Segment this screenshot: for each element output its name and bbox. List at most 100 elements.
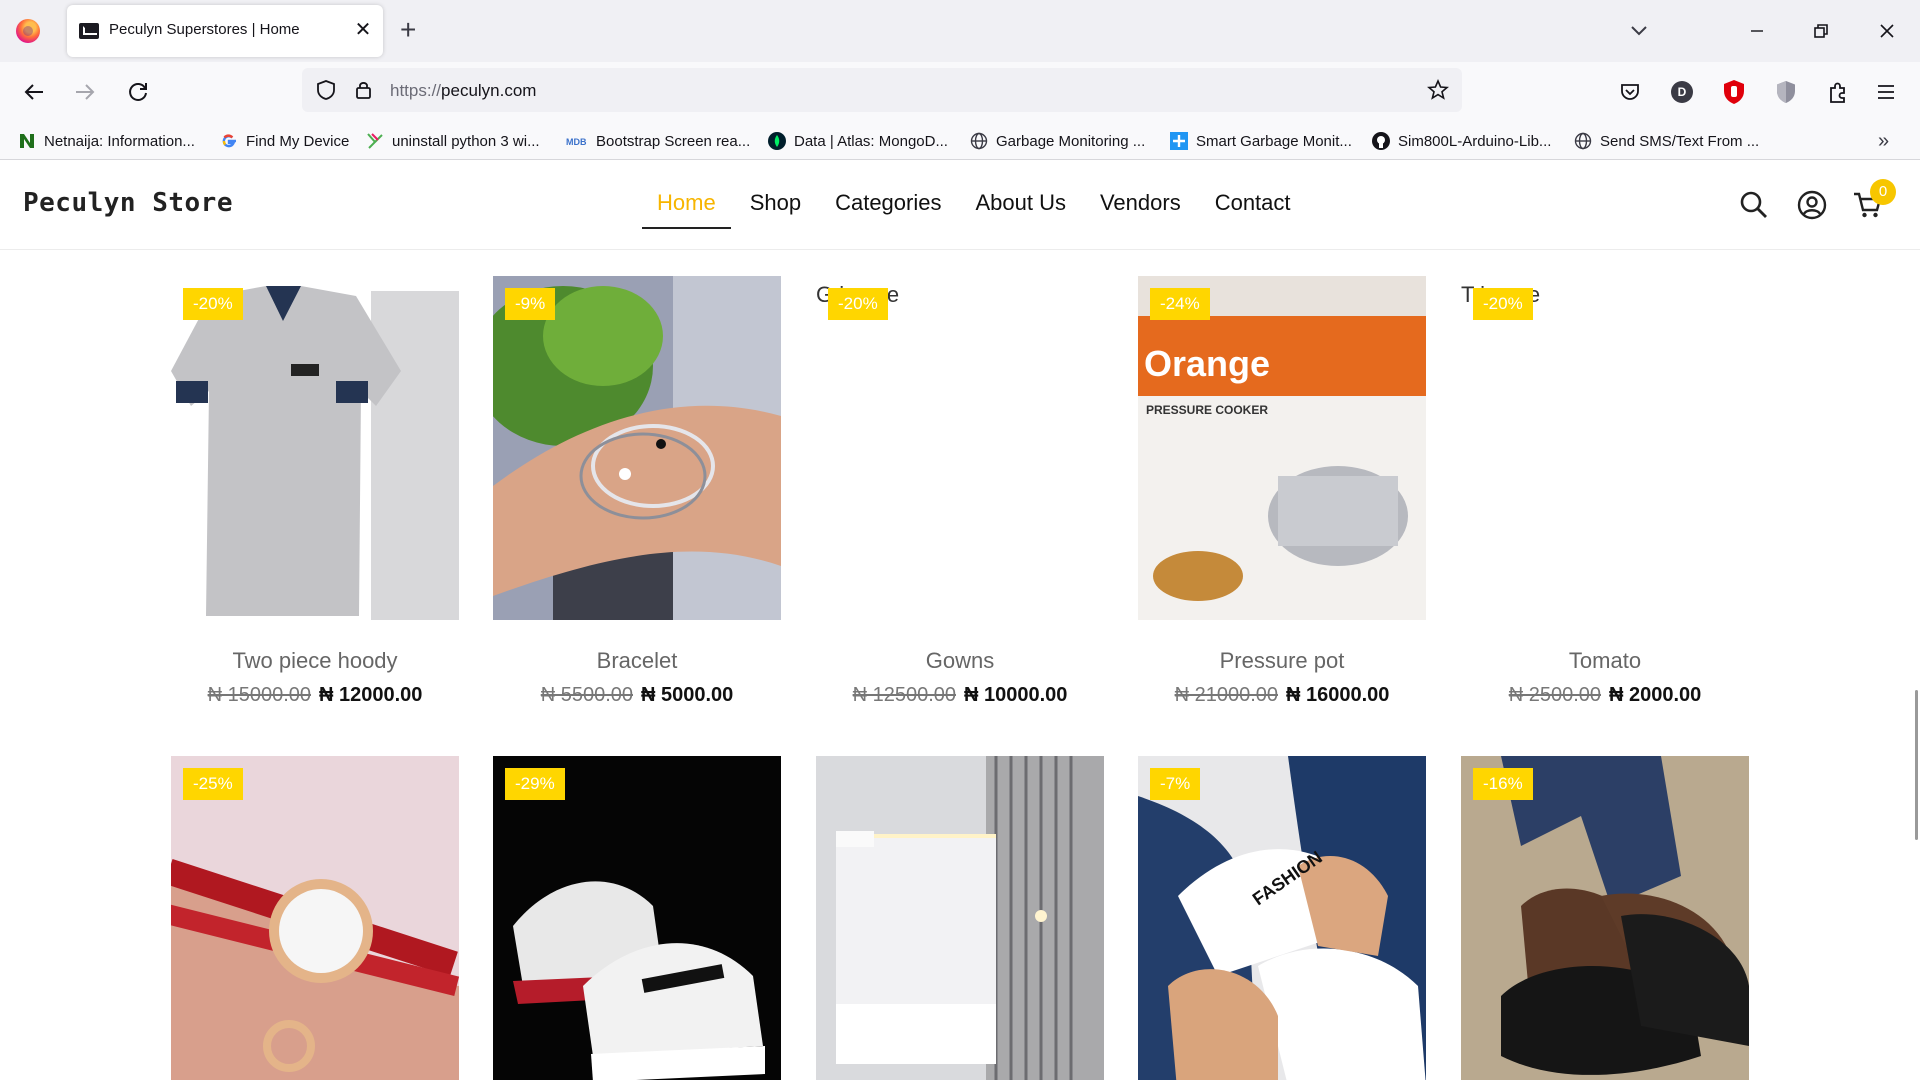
bookmark-star-icon[interactable] xyxy=(1426,78,1450,107)
window-minimize-icon[interactable] xyxy=(1742,16,1772,46)
privacy-badger-shield-icon[interactable] xyxy=(1770,76,1802,108)
tv-wall-unit-image xyxy=(816,756,1104,1080)
product-image[interactable] xyxy=(816,756,1104,1080)
product-image[interactable]: -9% xyxy=(493,276,781,620)
globe-icon xyxy=(970,132,988,150)
product-image-broken[interactable]: T image -20% xyxy=(1461,276,1749,620)
discount-badge: -25% xyxy=(183,768,243,800)
window-close-icon[interactable] xyxy=(1872,16,1902,46)
product-name[interactable]: Two piece hoody xyxy=(171,648,459,674)
nav-link-contact[interactable]: Contact xyxy=(1198,187,1308,219)
firefox-logo-icon[interactable] xyxy=(16,19,40,43)
search-icon[interactable] xyxy=(1738,189,1770,226)
old-price: ₦ 5500.00 xyxy=(540,684,633,706)
svg-text:MDB: MDB xyxy=(566,137,587,147)
more-bookmarks-chevron-icon[interactable]: » xyxy=(1878,130,1889,153)
tracking-protection-shield-icon[interactable] xyxy=(314,78,338,107)
profile-initial: D xyxy=(1671,81,1693,103)
netnaija-icon xyxy=(18,132,36,150)
forward-arrow-icon[interactable] xyxy=(69,76,101,108)
product-name[interactable]: Gowns xyxy=(816,648,1104,674)
cooker-brand-label: Orange xyxy=(1144,343,1270,384)
bookmark-site-icon xyxy=(366,132,384,150)
product-card[interactable]: Orange PRESSURE COOKER -24% Pressure pot… xyxy=(1138,276,1426,707)
address-bar[interactable]: https://peculyn.com xyxy=(302,68,1462,112)
bookmark-item[interactable]: Sim800L-Arduino-Lib... xyxy=(1372,130,1551,152)
site-main-nav: Home Shop Categories About Us Vendors Co… xyxy=(640,187,1308,229)
bookmark-label: Sim800L-Arduino-Lib... xyxy=(1398,132,1552,150)
hamburger-menu-icon[interactable] xyxy=(1870,76,1902,108)
product-name[interactable]: Bracelet xyxy=(493,648,781,674)
product-image[interactable]: -16% xyxy=(1461,756,1749,1080)
cooker-type-label: PRESSURE COOKER xyxy=(1146,403,1268,417)
product-card[interactable] xyxy=(816,756,1104,1080)
product-card[interactable]: -9% Bracelet ₦ 5500.00 ₦ 5000.00 xyxy=(493,276,781,707)
sneakers-image xyxy=(493,756,781,1080)
product-card[interactable]: -29% xyxy=(493,756,781,1080)
bookmark-item[interactable]: uninstall python 3 wi... xyxy=(366,130,540,152)
window-restore-icon[interactable] xyxy=(1806,16,1836,46)
browser-navigation-toolbar: https://peculyn.com D xyxy=(0,62,1920,122)
product-name[interactable]: Pressure pot xyxy=(1138,648,1426,674)
bookmarks-toolbar: Netnaija: Information... Find My Device … xyxy=(0,122,1920,160)
wristwatch-image xyxy=(171,756,459,1080)
product-card[interactable]: G image -20% Gowns ₦ 12500.00 ₦ 10000.00 xyxy=(816,276,1104,707)
product-image[interactable]: -25% xyxy=(171,756,459,1080)
old-price: ₦ 2500.00 xyxy=(1508,684,1601,706)
url-text[interactable]: https://peculyn.com xyxy=(390,81,536,101)
new-tab-plus-icon[interactable]: + xyxy=(400,13,416,47)
bookmark-item[interactable]: Garbage Monitoring ... xyxy=(970,130,1145,152)
page-scrollbar[interactable] xyxy=(1915,690,1918,840)
site-brand-logo[interactable]: Peculyn Store xyxy=(23,188,233,218)
product-card[interactable]: T image -20% Tomato ₦ 2500.00 ₦ 2000.00 xyxy=(1461,276,1749,707)
ublock-shield-icon[interactable] xyxy=(1718,76,1750,108)
nav-link-home[interactable]: Home xyxy=(640,187,733,229)
old-price: ₦ 21000.00 xyxy=(1174,684,1278,706)
product-card[interactable]: -20% Two piece hoody ₦ 15000.00 ₦ 12000.0… xyxy=(171,276,459,707)
bookmark-label: uninstall python 3 wi... xyxy=(392,132,540,150)
product-image[interactable]: FASHION -7% xyxy=(1138,756,1426,1080)
old-price: ₦ 15000.00 xyxy=(207,684,311,706)
bookmark-item[interactable]: MDB Bootstrap Screen rea... xyxy=(566,130,750,152)
bracelet-image xyxy=(493,276,781,620)
product-card[interactable]: FASHION -7% xyxy=(1138,756,1426,1080)
nav-link-categories[interactable]: Categories xyxy=(818,187,958,219)
url-scheme: https:// xyxy=(390,81,442,100)
pocket-icon[interactable] xyxy=(1614,76,1646,108)
product-grid: -20% Two piece hoody ₦ 15000.00 ₦ 12000.0… xyxy=(0,250,1920,1080)
nav-link-shop[interactable]: Shop xyxy=(733,187,818,219)
discount-badge: -24% xyxy=(1150,288,1210,320)
product-image-broken[interactable]: G image -20% xyxy=(816,276,1104,620)
list-all-tabs-chevron-icon[interactable] xyxy=(1624,16,1654,46)
bookmark-item[interactable]: Send SMS/Text From ... xyxy=(1574,130,1759,152)
pressure-cooker-image: Orange PRESSURE COOKER xyxy=(1138,276,1426,620)
discount-badge: -20% xyxy=(183,288,243,320)
tab-close-icon[interactable]: ✕ xyxy=(351,18,375,42)
bookmark-item[interactable]: Netnaija: Information... xyxy=(18,130,195,152)
extensions-puzzle-icon[interactable] xyxy=(1822,76,1854,108)
bookmark-item[interactable]: Smart Garbage Monit... xyxy=(1170,130,1352,152)
browser-tab-bar: Peculyn Superstores | Home ✕ + xyxy=(0,0,1920,62)
browser-tab-active[interactable]: Peculyn Superstores | Home ✕ xyxy=(67,5,383,57)
product-image[interactable]: -20% xyxy=(171,276,459,620)
back-arrow-icon[interactable] xyxy=(18,76,50,108)
discount-badge: -16% xyxy=(1473,768,1533,800)
product-image[interactable]: -29% xyxy=(493,756,781,1080)
site-lock-icon[interactable] xyxy=(352,78,376,107)
discount-badge: -20% xyxy=(828,288,888,320)
bookmark-item[interactable]: Find My Device xyxy=(220,130,349,152)
product-image[interactable]: Orange PRESSURE COOKER -24% xyxy=(1138,276,1426,620)
old-price: ₦ 12500.00 xyxy=(852,684,956,706)
account-avatar-icon[interactable]: D xyxy=(1666,76,1698,108)
product-card[interactable]: -16% xyxy=(1461,756,1749,1080)
bookmark-label: Garbage Monitoring ... xyxy=(996,132,1146,150)
product-name[interactable]: Tomato xyxy=(1461,648,1749,674)
product-card[interactable]: -25% xyxy=(171,756,459,1080)
bookmark-site-icon xyxy=(1170,132,1188,150)
nav-link-vendors[interactable]: Vendors xyxy=(1083,187,1198,219)
bookmark-item[interactable]: Data | Atlas: MongoD... xyxy=(768,130,948,152)
product-price: ₦ 2500.00 ₦ 2000.00 xyxy=(1461,684,1749,707)
reload-icon[interactable] xyxy=(122,76,154,108)
nav-link-about-us[interactable]: About Us xyxy=(958,187,1083,219)
user-account-icon[interactable] xyxy=(1796,189,1828,226)
